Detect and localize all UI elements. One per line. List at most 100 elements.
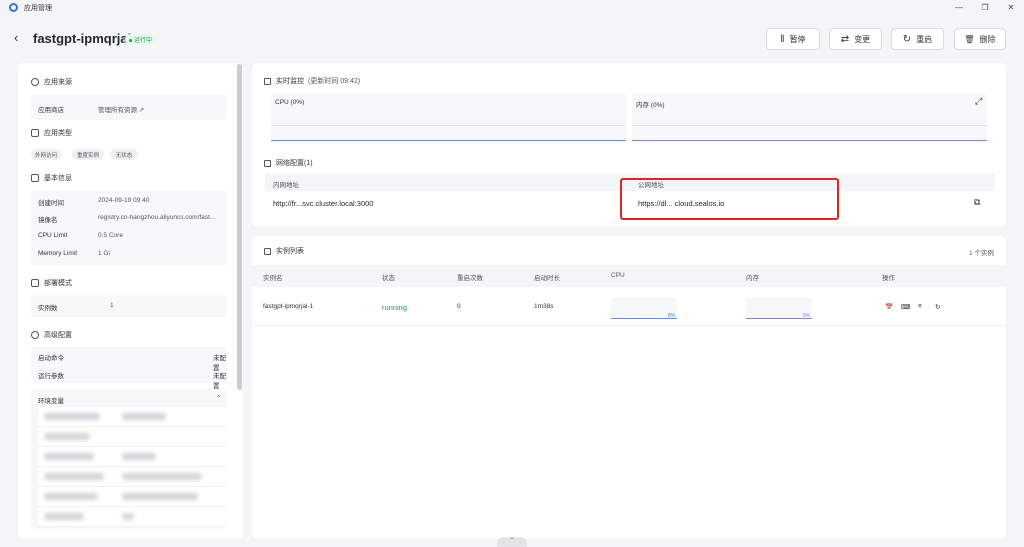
- maximize-icon[interactable]: ❐: [972, 0, 998, 15]
- section-title: 基本信息: [44, 175, 72, 182]
- manage-resources-link[interactable]: 管理所有资源 ↗: [98, 104, 144, 114]
- env-row: [38, 407, 227, 427]
- list-icon: [264, 247, 271, 255]
- section-app-type: 应用类型: [31, 128, 72, 138]
- column-header: 内存: [746, 275, 759, 282]
- calendar-icon[interactable]: 📅: [885, 303, 893, 311]
- pause-label: 暂停: [789, 34, 806, 44]
- swap-icon: ⇄: [840, 33, 850, 45]
- section-title: 高级配置: [44, 332, 72, 339]
- deploy-box: 实例数 1: [31, 295, 227, 317]
- memory-label: 内存 (0%): [636, 102, 665, 109]
- env-row: [38, 447, 227, 467]
- cpu-label: CPU (0%): [275, 99, 305, 106]
- logs-icon[interactable]: ≡: [918, 303, 922, 310]
- status-badge: 运行中: [125, 34, 157, 45]
- replicas-key: 实例数: [38, 305, 58, 312]
- gear-icon: [31, 331, 39, 339]
- instances-title: 实例列表: [276, 248, 304, 255]
- restart-instance-icon[interactable]: ↻: [935, 303, 940, 311]
- info-value: 0.5 Core: [98, 232, 123, 239]
- cpu-monitor: CPU (0%): [271, 93, 626, 143]
- collapse-icon[interactable]: ⌃: [216, 394, 221, 402]
- column-header: CPU: [611, 272, 625, 279]
- memory-line: [632, 140, 987, 141]
- expand-icon[interactable]: ⤢: [975, 96, 982, 107]
- close-icon[interactable]: ✕: [998, 0, 1024, 15]
- info-icon: [31, 174, 39, 182]
- advanced-box: 启动命令 未配置 运行参数 未配置: [31, 347, 227, 390]
- env-row: [38, 487, 227, 507]
- type-tag: 无状态: [110, 149, 138, 160]
- deploy-icon: [31, 279, 39, 287]
- section-title: 部署模式: [44, 280, 72, 287]
- column-header: 状态: [382, 275, 395, 282]
- status-dot-icon: [129, 38, 132, 42]
- cmd-value: 未配置: [213, 355, 226, 372]
- section-title: 应用类型: [44, 130, 72, 137]
- terminal-icon[interactable]: ⌨: [901, 303, 910, 311]
- section-app-source: 应用来源: [31, 77, 72, 87]
- section-basic-info: 基本信息: [31, 173, 72, 183]
- copy-icon[interactable]: ⧉: [974, 197, 980, 208]
- section-title: 应用来源: [44, 79, 72, 86]
- instance-status: running: [382, 303, 408, 312]
- app-header: ‹ fastgpt-ipmqrjal 运行中 ‖ 暂停 ⇄ 变更 ↻ 重启 🗑 …: [0, 24, 1024, 54]
- left-scrollbar[interactable]: [237, 64, 242, 390]
- args-value: 未配置: [213, 373, 226, 390]
- app-details-panel: 应用来源 应用商店 管理所有资源 ↗ 应用类型 外网访问 重度实例 无状态 基本…: [18, 63, 243, 539]
- inner-address-label: 内网地址: [273, 182, 299, 189]
- column-header: 重启次数: [457, 275, 483, 282]
- status-text: 运行中: [134, 38, 153, 44]
- info-value: 1 Gi: [98, 250, 110, 257]
- info-value: 2024-09-19 09:40: [98, 197, 150, 204]
- column-header: 启动时长: [534, 275, 560, 282]
- monitor-icon: [264, 77, 271, 85]
- instances-header: 实例列表: [264, 246, 304, 256]
- column-header: 实例名: [263, 275, 283, 282]
- instances-table-header: 实例名 状态 重启次数 启动时长 CPU 内存 操作: [252, 265, 1006, 287]
- type-tag: 重度实例: [72, 149, 104, 160]
- pause-button[interactable]: ‖ 暂停: [766, 28, 820, 50]
- change-label: 变更: [854, 34, 871, 44]
- back-icon[interactable]: ‹: [14, 30, 18, 45]
- restart-icon: ↻: [902, 33, 912, 45]
- cpu-line: [271, 140, 626, 141]
- env-row: [38, 467, 227, 487]
- app-name: fastgpt-ipmqrjal: [33, 31, 132, 46]
- memory-mini-chart: 0%: [746, 298, 812, 319]
- type-tag: 外网访问: [31, 149, 61, 160]
- restart-count: 0: [457, 303, 461, 310]
- env-row: [38, 507, 227, 527]
- cpu-mini-chart: 0%: [611, 298, 677, 319]
- network-title: 网络配置(1): [276, 160, 313, 167]
- section-deploy-mode: 部署模式: [31, 278, 72, 288]
- basic-info-box: 创建时间 2024-09-19 09:40 镜像名 registry.cn-ha…: [31, 190, 227, 266]
- memory-percent: 0%: [802, 313, 810, 319]
- restart-button[interactable]: ↻ 重启: [891, 28, 944, 50]
- info-key: 镜像名: [38, 217, 58, 224]
- env-title: 环境变量: [38, 398, 64, 405]
- delete-button[interactable]: 🗑 删除: [954, 28, 1006, 50]
- bottom-expand-handle[interactable]: ⌃: [497, 537, 527, 547]
- minimize-icon[interactable]: —: [946, 0, 972, 15]
- network-icon: [264, 159, 271, 167]
- change-button[interactable]: ⇄ 变更: [829, 28, 882, 50]
- instances-card: 实例列表 1 个实例 实例名 状态 重启次数 启动时长 CPU 内存 操作 fa…: [252, 236, 1006, 539]
- app-logo-icon: [9, 3, 18, 12]
- highlight-box: [620, 178, 839, 220]
- pause-icon: ‖: [780, 33, 785, 45]
- delete-label: 删除: [979, 34, 996, 44]
- cpu-percent: 0%: [667, 313, 675, 319]
- instance-count: 1 个实例: [969, 250, 994, 257]
- monitor-title: 实时监控: [276, 78, 304, 85]
- window-titlebar: 应用管理 — ❐ ✕: [0, 0, 1024, 15]
- env-list: [38, 407, 227, 527]
- source-key: 应用商店: [38, 107, 64, 114]
- inner-address-value[interactable]: http://fr...svc.cluster.local:3000: [273, 199, 373, 208]
- uptime: 1m38s: [534, 303, 554, 310]
- type-icon: [31, 129, 39, 137]
- replicas-value: 1: [110, 302, 114, 309]
- section-advanced: 高级配置: [31, 330, 72, 340]
- table-row[interactable]: fastgpt-ipmqrjal-1 running 0 1m38s 0% 0%…: [252, 288, 1006, 326]
